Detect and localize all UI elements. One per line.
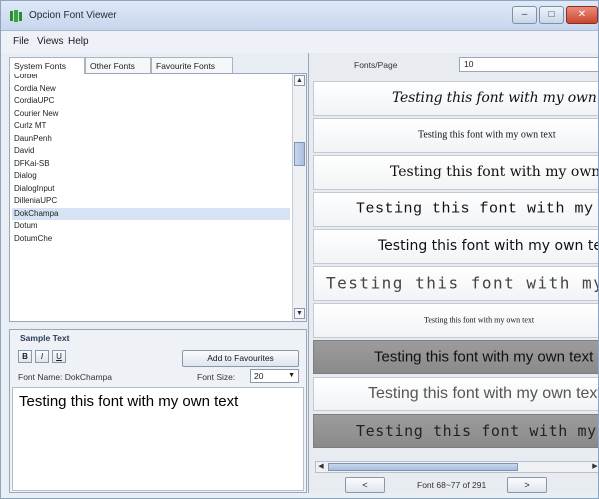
font-preview-list: Testing this font with my own text Testi…	[313, 81, 599, 459]
maximize-icon: □	[548, 9, 555, 20]
fonts-per-page-input[interactable]: 10	[459, 57, 598, 72]
close-button[interactable]: ✕	[566, 6, 598, 24]
maximize-button[interactable]: □	[539, 6, 564, 24]
preview-text: Testing this font with my own text	[392, 90, 598, 107]
font-list[interactable]: Corbel Cordia New CordiaUPC Courier New Curl…	[9, 73, 307, 322]
font-list-item[interactable]: DFKai-SB	[12, 158, 290, 171]
font-size-label: Font Size:	[197, 372, 236, 382]
preview-text: Testing this font with my own text	[378, 238, 599, 255]
font-list-item-selected[interactable]: DokChampa	[12, 207, 290, 220]
font-list-item[interactable]: DialogInput	[12, 183, 290, 196]
minimize-button[interactable]: –	[512, 6, 537, 24]
preview-horizontal-scrollbar[interactable]: ◀ ▶	[315, 461, 598, 473]
underline-button[interactable]: U	[52, 350, 66, 363]
font-list-item[interactable]: Dotum	[12, 220, 290, 233]
font-list-item[interactable]: DotumChe	[12, 233, 290, 246]
preview-row[interactable]: Testing this font with my own text	[313, 265, 598, 301]
window-title: Opcion Font Viewer	[29, 10, 117, 21]
font-list-item[interactable]: CordiaUPC	[12, 95, 290, 108]
preview-text: Testing this font with my own text	[356, 422, 598, 441]
italic-button[interactable]: I	[35, 350, 49, 363]
font-size-select[interactable]: 20 ▼	[250, 369, 299, 383]
preview-text: Testing this font with my own text	[374, 348, 594, 366]
menu-views[interactable]: Views	[37, 36, 64, 47]
previous-page-button[interactable]: <	[345, 477, 385, 493]
app-window: Opcion Font Viewer – □ ✕ File Views Help…	[0, 0, 599, 499]
preview-row[interactable]: Testing this font with my own text	[313, 81, 598, 116]
preview-text: Testing this font with my own text	[356, 200, 598, 218]
font-list-item[interactable]: Courier New	[12, 108, 290, 121]
preview-row[interactable]: Testing this font with my own text	[313, 302, 598, 338]
minimize-icon: –	[521, 9, 528, 20]
font-list-item[interactable]: DaunPenh	[12, 133, 290, 146]
font-source-tabs: System Fonts Other Fonts Favourite Fonts	[9, 57, 307, 74]
preview-row-selected[interactable]: Testing this font with my own text	[313, 339, 598, 375]
preview-row[interactable]: Testing this font with my own text	[313, 154, 599, 190]
menu-bar: File Views Help	[1, 31, 598, 53]
font-name-label: Font Name: DokChampa	[18, 372, 113, 382]
scroll-thumb[interactable]	[294, 142, 305, 166]
font-list-item[interactable]: Dialog	[12, 170, 290, 183]
scroll-right-icon[interactable]: ▶	[590, 462, 598, 472]
font-list-item[interactable]: Curlz MT	[12, 120, 290, 133]
font-list-item[interactable]: David	[12, 145, 290, 158]
font-list-items: Corbel Cordia New CordiaUPC Courier New Curl…	[12, 74, 290, 246]
preview-text: Testing this font with my own text	[326, 273, 598, 293]
sample-text-panel: Sample Text B I U Add to Favourites Font…	[9, 329, 307, 493]
preview-text: Testing this font with my own text	[424, 315, 535, 325]
add-to-favourites-button[interactable]: Add to Favourites	[182, 350, 299, 367]
scroll-left-icon[interactable]: ◀	[316, 462, 326, 472]
preview-text: Testing this font with my own text	[418, 129, 556, 141]
next-page-button[interactable]: >	[507, 477, 547, 493]
tab-favourite-fonts[interactable]: Favourite Fonts	[151, 57, 233, 73]
sample-text-input[interactable]: Testing this font with my own text	[12, 387, 304, 491]
sample-text-legend: Sample Text	[20, 333, 70, 343]
close-icon: ✕	[577, 9, 587, 20]
scroll-down-icon[interactable]: ▼	[294, 308, 305, 319]
preview-row[interactable]: Testing this font with my own text	[313, 376, 599, 412]
page-info: Font 68~77 of 291	[417, 480, 487, 490]
app-logo-icon	[10, 10, 22, 22]
horizontal-scroll-thumb[interactable]	[328, 463, 518, 471]
font-list-item[interactable]: Corbel	[12, 74, 290, 83]
menu-file[interactable]: File	[13, 36, 29, 47]
preview-row[interactable]: Testing this font with my own text	[313, 191, 598, 227]
scroll-up-icon[interactable]: ▲	[294, 75, 305, 86]
preview-row[interactable]: Testing this font with my own text	[313, 228, 599, 264]
font-list-item[interactable]: DilleniaUPC	[12, 195, 290, 208]
preview-text: Testing this font with my own text	[390, 164, 599, 181]
font-list-item[interactable]: Cordia New	[12, 83, 290, 96]
bold-button[interactable]: B	[18, 350, 32, 363]
preview-panel: Fonts/Page 10 Testing this font with my …	[308, 53, 599, 493]
preview-row[interactable]: Testing this font with my own text	[313, 413, 598, 449]
tab-system-fonts[interactable]: System Fonts	[9, 57, 85, 74]
title-bar[interactable]: Opcion Font Viewer – □ ✕	[1, 1, 598, 31]
left-panel: System Fonts Other Fonts Favourite Fonts…	[9, 53, 307, 493]
font-list-scrollbar[interactable]: ▲ ▼	[292, 74, 306, 321]
menu-help[interactable]: Help	[68, 36, 89, 47]
font-size-value: 20	[254, 371, 264, 381]
fonts-per-page-label: Fonts/Page	[354, 60, 398, 70]
chevron-down-icon: ▼	[288, 372, 295, 379]
preview-row[interactable]: Testing this font with my own text	[313, 117, 598, 153]
tab-other-fonts[interactable]: Other Fonts	[85, 57, 151, 73]
preview-text: Testing this font with my own text	[368, 385, 599, 403]
